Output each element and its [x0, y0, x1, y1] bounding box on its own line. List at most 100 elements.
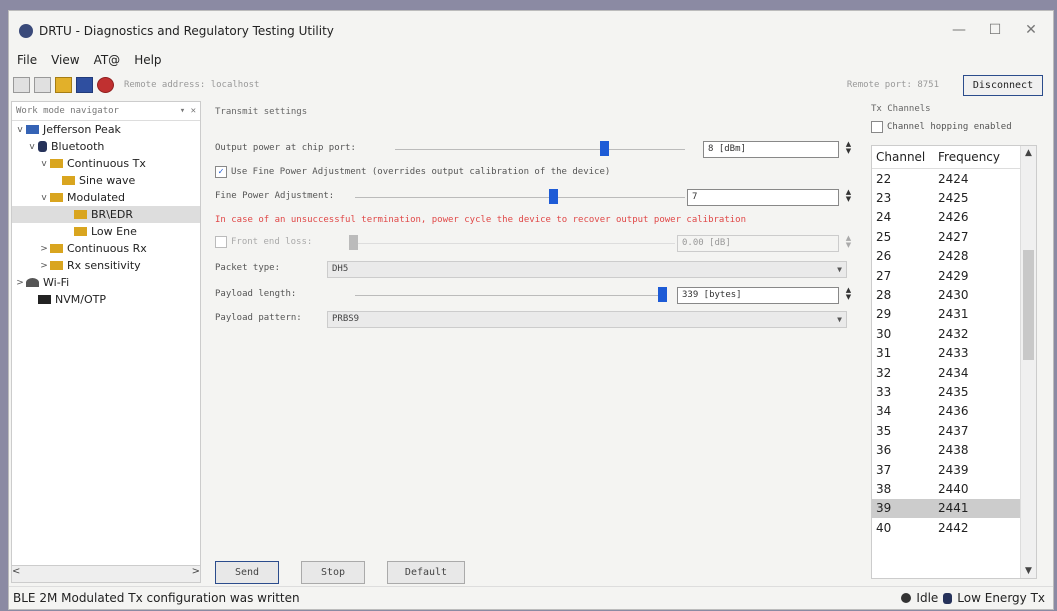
maximize-button[interactable]: ☐: [977, 19, 1013, 43]
window-title: DRTU - Diagnostics and Regulatory Testin…: [39, 24, 334, 38]
channel-row[interactable]: 34 2436: [872, 402, 1036, 421]
channel-row[interactable]: 32 2434: [872, 363, 1036, 382]
chevron-right-icon[interactable]: >: [14, 278, 26, 288]
scroll-right-icon[interactable]: >: [192, 566, 200, 582]
chevron-down-icon[interactable]: v: [38, 193, 50, 203]
tree-item[interactable]: v Bluetooth: [12, 138, 200, 155]
channel-row[interactable]: 31 2433: [872, 344, 1036, 363]
save-icon[interactable]: [76, 77, 93, 93]
chevron-down-icon[interactable]: v: [26, 142, 38, 152]
output-power-slider-track[interactable]: [395, 149, 685, 150]
payload-length-input[interactable]: 339 [bytes]: [677, 287, 839, 304]
menu-view[interactable]: View: [49, 53, 81, 71]
menu-help[interactable]: Help: [132, 53, 163, 71]
channel-row[interactable]: 37 2439: [872, 460, 1036, 479]
front-end-loss-input[interactable]: 0.00 [dB]: [677, 235, 839, 252]
front-end-loss-spin-icon[interactable]: ▲ ▼: [843, 235, 854, 250]
channel-frequency: 2426: [938, 210, 969, 225]
channel-number: 23: [876, 191, 892, 206]
new-icon[interactable]: [13, 77, 30, 93]
front-end-loss-slider-thumb[interactable]: [349, 235, 358, 250]
navigator-pin-icon[interactable]: ▾ ✕: [180, 106, 196, 116]
channel-table-scrollbar[interactable]: ▲ ▼: [1020, 146, 1036, 578]
channel-row[interactable]: 27 2429: [872, 266, 1036, 285]
channel-row[interactable]: 33 2435: [872, 382, 1036, 401]
tree-item[interactable]: v Jefferson Peak: [12, 121, 200, 138]
front-end-loss-checkbox[interactable]: [215, 236, 227, 248]
disconnect-button[interactable]: Disconnect: [963, 75, 1043, 96]
channel-row[interactable]: 22 2424: [872, 169, 1036, 188]
fine-power-spin-icon[interactable]: ▲ ▼: [843, 189, 854, 204]
menu-file[interactable]: File: [15, 53, 39, 71]
packet-type-select[interactable]: DH5 ▼: [327, 261, 847, 278]
payload-pattern-select[interactable]: PRBS9 ▼: [327, 311, 847, 328]
channel-row[interactable]: 35 2437: [872, 421, 1036, 440]
menu-at[interactable]: AT@: [92, 53, 123, 71]
output-power-slider-thumb[interactable]: [599, 141, 609, 156]
channel-row[interactable]: 29 2431: [872, 305, 1036, 324]
chevron-down-icon[interactable]: v: [38, 159, 50, 169]
channel-table-body: 22 2424 23 2425 24 2426 25 2427 26 2428 27 2429 28 24…: [872, 169, 1036, 537]
tree-item[interactable]: v Modulated: [12, 189, 200, 206]
stop-icon[interactable]: [97, 77, 114, 93]
channel-row[interactable]: 26 2428: [872, 247, 1036, 266]
fine-power-slider-track[interactable]: [355, 197, 685, 198]
channel-row[interactable]: 30 2432: [872, 324, 1036, 343]
tree-item[interactable]: > Rx sensitivity: [12, 257, 200, 274]
remote-port-field[interactable]: Remote port: 8751: [847, 80, 939, 90]
payload-length-slider-thumb[interactable]: [657, 287, 667, 302]
navigator-horizontal-scrollbar[interactable]: < >: [12, 565, 200, 582]
channel-row[interactable]: 40 2442: [872, 518, 1036, 537]
fine-power-checkbox-row[interactable]: ✓ Use Fine Power Adjustment (overrides o…: [215, 163, 855, 181]
tree-item-label: BR\EDR: [91, 208, 133, 221]
tree-item[interactable]: BR\EDR: [12, 206, 200, 223]
tree-item[interactable]: > Wi-Fi: [12, 274, 200, 291]
tree-item[interactable]: v Continuous Tx: [12, 155, 200, 172]
bt-icon: [38, 141, 47, 152]
channel-hopping-checkbox[interactable]: [871, 121, 883, 133]
front-end-loss-slider-track[interactable]: [355, 243, 675, 244]
fine-power-input[interactable]: 7: [687, 189, 839, 206]
default-button[interactable]: Default: [387, 561, 465, 584]
fine-power-slider-thumb[interactable]: [549, 189, 558, 204]
fine-power-checkbox[interactable]: ✓: [215, 166, 227, 178]
tree-item[interactable]: Sine wave: [12, 172, 200, 189]
tree-item[interactable]: Low Ene: [12, 223, 200, 240]
stop-button[interactable]: Stop: [301, 561, 365, 584]
output-power-input[interactable]: 8 [dBm]: [703, 141, 839, 158]
channel-row[interactable]: 39 2441: [872, 498, 1036, 519]
status-bar: BLE 2M Modulated Tx configuration was wr…: [9, 586, 1053, 609]
folder-icon: [50, 193, 63, 202]
chevron-down-icon[interactable]: v: [14, 125, 26, 135]
channel-row[interactable]: 28 2430: [872, 285, 1036, 304]
output-power-spin-icon[interactable]: ▲ ▼: [843, 141, 854, 156]
folder-icon: [50, 159, 63, 168]
minimize-button[interactable]: —: [941, 19, 977, 43]
open-icon[interactable]: [34, 77, 51, 93]
channel-row[interactable]: 23 2425: [872, 188, 1036, 207]
send-button[interactable]: Send: [215, 561, 279, 584]
scroll-down-icon[interactable]: ▼: [1021, 566, 1036, 576]
chevron-right-icon[interactable]: >: [38, 244, 50, 254]
scroll-up-icon[interactable]: ▲: [1021, 148, 1036, 158]
nvm-icon: [38, 295, 51, 304]
front-end-loss-label: Front end loss:: [231, 237, 313, 247]
column-header-channel[interactable]: Channel: [872, 150, 938, 164]
tree-item[interactable]: NVM/OTP: [12, 291, 200, 308]
remote-address-field[interactable]: Remote address: localhost: [124, 80, 654, 90]
payload-length-spin-icon[interactable]: ▲ ▼: [843, 287, 854, 302]
chevron-right-icon[interactable]: >: [38, 261, 50, 271]
payload-length-slider-track[interactable]: [355, 295, 665, 296]
channel-row[interactable]: 25 2427: [872, 227, 1036, 246]
close-button[interactable]: ✕: [1013, 19, 1049, 43]
channel-row[interactable]: 38 2440: [872, 479, 1036, 498]
column-header-frequency[interactable]: Frequency: [938, 150, 1018, 164]
scroll-left-icon[interactable]: <: [12, 566, 20, 582]
channel-row[interactable]: 36 2438: [872, 440, 1036, 459]
tree-item[interactable]: > Continuous Rx: [12, 240, 200, 257]
channel-row[interactable]: 24 2426: [872, 208, 1036, 227]
power-warning-text: In case of an unsuccessful termination, …: [215, 215, 747, 225]
scrollbar-thumb[interactable]: [1023, 250, 1034, 360]
channel-hopping-row[interactable]: Channel hopping enabled: [871, 121, 1012, 133]
folder-icon[interactable]: [55, 77, 72, 93]
